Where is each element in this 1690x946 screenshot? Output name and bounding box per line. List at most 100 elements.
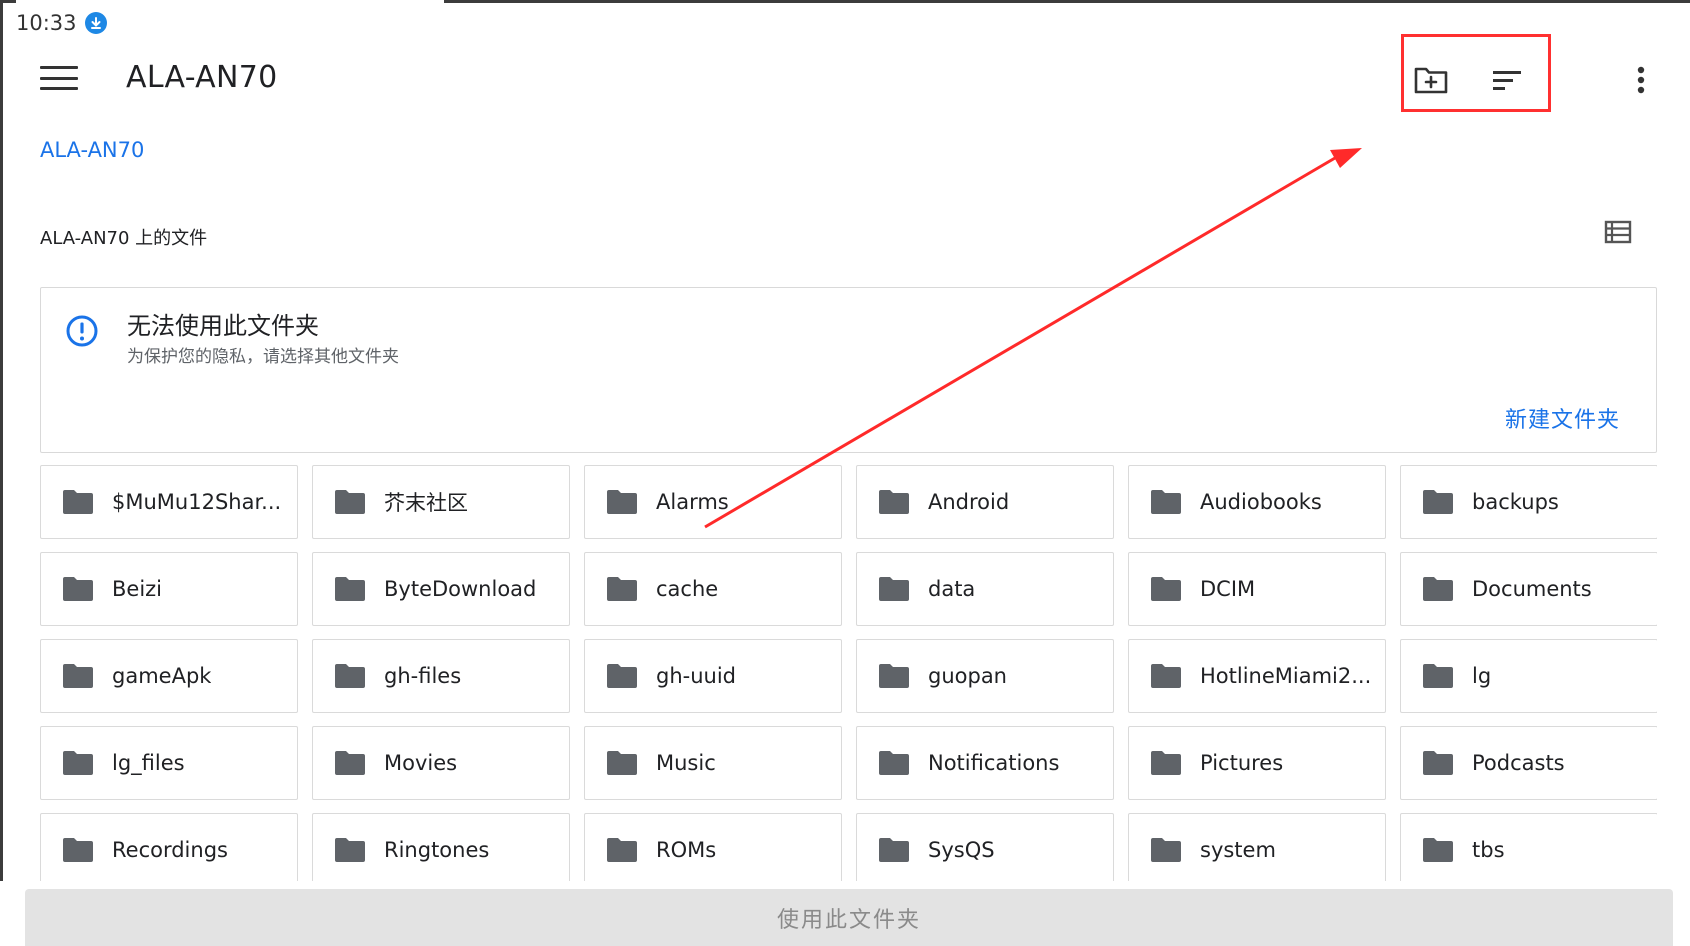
folder-name: Audiobooks	[1200, 490, 1322, 514]
notice-card: 无法使用此文件夹 为保护您的隐私，请选择其他文件夹 新建文件夹	[40, 287, 1657, 453]
folder-icon	[335, 490, 365, 514]
folder-name: ByteDownload	[384, 577, 537, 601]
folder-tile[interactable]: data	[856, 552, 1114, 626]
folder-tile[interactable]: guopan	[856, 639, 1114, 713]
folder-tile[interactable]: Ringtones	[312, 813, 570, 881]
folder-tile[interactable]: 芥末社区	[312, 465, 570, 539]
folder-tile[interactable]: SysQS	[856, 813, 1114, 881]
folder-icon	[1423, 751, 1453, 775]
folder-icon	[879, 751, 909, 775]
folder-name: tbs	[1472, 838, 1505, 862]
folder-name: Movies	[384, 751, 458, 775]
new-folder-icon	[1414, 67, 1448, 94]
window-edge-top	[0, 0, 1690, 3]
menu-icon-line	[40, 76, 78, 80]
folder-tile[interactable]: lg	[1400, 639, 1657, 713]
menu-button[interactable]	[40, 62, 78, 94]
folder-icon	[1151, 577, 1181, 601]
status-time: 10:33	[16, 11, 77, 35]
folder-name: DCIM	[1200, 577, 1256, 601]
folder-name: Ringtones	[384, 838, 490, 862]
folder-icon	[607, 838, 637, 862]
folder-tile[interactable]: system	[1128, 813, 1386, 881]
folder-icon	[335, 664, 365, 688]
folder-icon	[1151, 664, 1181, 688]
new-folder-button[interactable]	[1407, 56, 1455, 104]
folder-tile[interactable]: tbs	[1400, 813, 1657, 881]
folder-name: gh-files	[384, 664, 462, 688]
folder-name: gameApk	[112, 664, 212, 688]
folder-name: Beizi	[112, 577, 163, 601]
folder-tile[interactable]: Alarms	[584, 465, 842, 539]
folder-tile[interactable]: $MuMu12Shar...	[40, 465, 298, 539]
folder-name: Music	[656, 751, 716, 775]
folder-icon	[879, 577, 909, 601]
folder-icon	[1423, 577, 1453, 601]
folder-icon	[607, 577, 637, 601]
folder-tile[interactable]: cache	[584, 552, 842, 626]
folder-tile[interactable]: Music	[584, 726, 842, 800]
folder-tile[interactable]: ByteDownload	[312, 552, 570, 626]
folder-icon	[1151, 838, 1181, 862]
list-view-toggle[interactable]	[1596, 214, 1640, 250]
folder-icon	[63, 664, 93, 688]
folder-name: system	[1200, 838, 1276, 862]
folder-tile[interactable]: Android	[856, 465, 1114, 539]
section-title: ALA-AN70 上的文件	[40, 228, 208, 249]
notice-subtitle: 为保护您的隐私，请选择其他文件夹	[127, 347, 399, 367]
folder-name: lg	[1472, 664, 1492, 688]
folder-icon	[63, 751, 93, 775]
folder-tile[interactable]: Beizi	[40, 552, 298, 626]
notice-title: 无法使用此文件夹	[127, 312, 319, 340]
folder-tile[interactable]: Documents	[1400, 552, 1657, 626]
folder-tile[interactable]: Podcasts	[1400, 726, 1657, 800]
folder-name: Android	[928, 490, 1010, 514]
folder-name: SysQS	[928, 838, 995, 862]
status-bar: 10:33	[16, 8, 107, 38]
folder-tile[interactable]: Notifications	[856, 726, 1114, 800]
folder-tile[interactable]: Movies	[312, 726, 570, 800]
page-title: ALA-AN70	[126, 60, 278, 95]
folder-icon	[1423, 664, 1453, 688]
folder-icon	[607, 664, 637, 688]
folder-tile[interactable]: gh-uuid	[584, 639, 842, 713]
use-this-folder-button[interactable]: 使用此文件夹	[25, 889, 1673, 946]
breadcrumb-root[interactable]: ALA-AN70	[40, 138, 144, 162]
folder-tile[interactable]: Pictures	[1128, 726, 1386, 800]
folder-icon	[1151, 751, 1181, 775]
folder-tile[interactable]: backups	[1400, 465, 1657, 539]
folder-name: data	[928, 577, 976, 601]
folder-tile[interactable]: lg_files	[40, 726, 298, 800]
folder-icon	[335, 751, 365, 775]
folder-name: Notifications	[928, 751, 1060, 775]
app-bar: ALA-AN70	[0, 48, 1690, 108]
folder-icon	[1423, 838, 1453, 862]
list-view-icon	[1604, 220, 1632, 244]
sort-button[interactable]	[1483, 56, 1531, 104]
folder-name: cache	[656, 577, 719, 601]
folder-tile[interactable]: gh-files	[312, 639, 570, 713]
sort-icon	[1493, 71, 1521, 90]
folder-tile[interactable]: gameApk	[40, 639, 298, 713]
folder-icon	[335, 577, 365, 601]
folder-grid-inner: $MuMu12Shar... 芥末社区 Alarms Android Audiobook…	[40, 465, 1657, 881]
folder-icon	[63, 577, 93, 601]
new-folder-action[interactable]: 新建文件夹	[1505, 402, 1620, 434]
more-options-button[interactable]	[1617, 56, 1665, 104]
folder-tile[interactable]: HotlineMiami2...	[1128, 639, 1386, 713]
folder-tile[interactable]: Audiobooks	[1128, 465, 1386, 539]
folder-icon	[607, 751, 637, 775]
menu-icon-line	[40, 66, 78, 69]
folder-grid: $MuMu12Shar... 芥末社区 Alarms Android Audiobook…	[40, 465, 1657, 881]
more-vert-icon	[1637, 66, 1645, 94]
folder-icon	[63, 838, 93, 862]
folder-icon	[1423, 490, 1453, 514]
folder-icon	[335, 838, 365, 862]
folder-tile[interactable]: ROMs	[584, 813, 842, 881]
folder-tile[interactable]: DCIM	[1128, 552, 1386, 626]
folder-tile[interactable]: Recordings	[40, 813, 298, 881]
folder-name: HotlineMiami2...	[1200, 664, 1372, 688]
folder-icon	[63, 490, 93, 514]
download-icon	[84, 12, 107, 34]
folder-icon	[607, 490, 637, 514]
